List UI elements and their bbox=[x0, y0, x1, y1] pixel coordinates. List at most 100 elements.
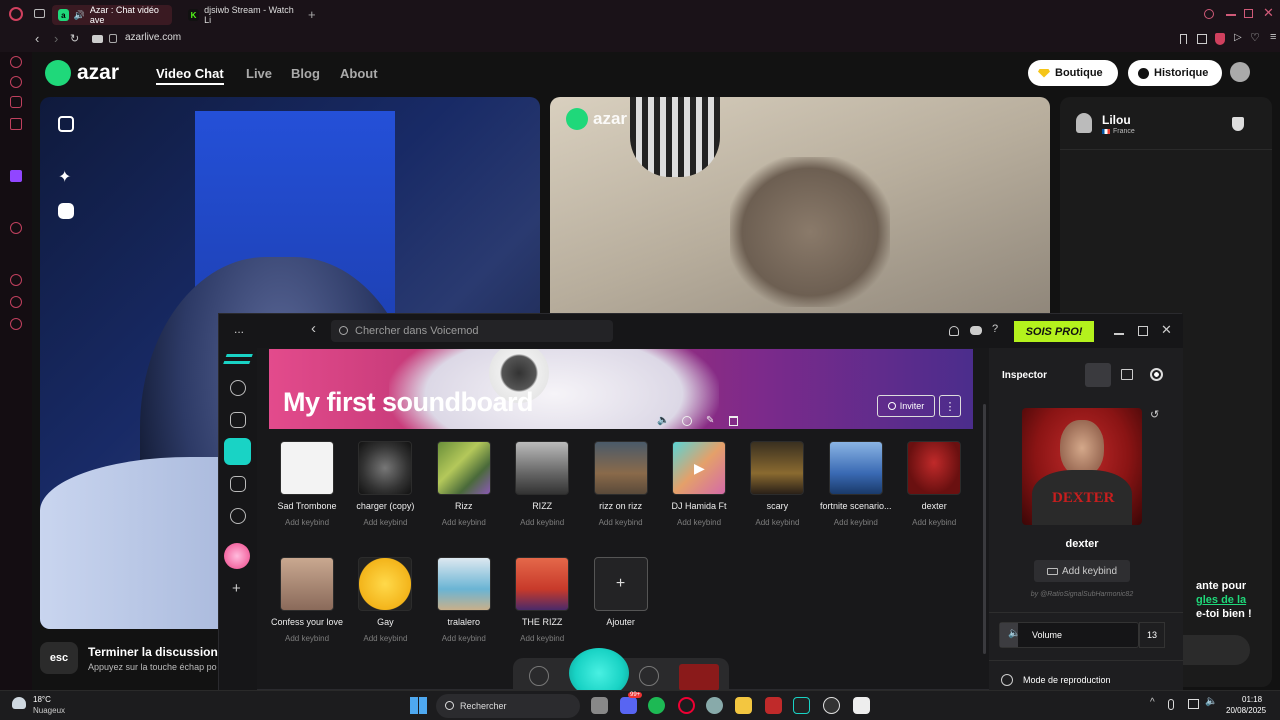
sidebar-instagram-icon[interactable] bbox=[10, 96, 22, 108]
inspector-keybind-button[interactable]: Add keybind bbox=[1034, 560, 1130, 582]
opera-taskbar-icon[interactable] bbox=[678, 697, 695, 714]
sound-add-keybind[interactable]: Add keybind bbox=[340, 634, 430, 643]
heart-icon[interactable]: ♡ bbox=[1250, 31, 1260, 44]
report-shield-icon[interactable] bbox=[1232, 117, 1244, 131]
sound-add-keybind[interactable]: Add keybind bbox=[654, 518, 744, 527]
taskbar-search[interactable]: Rechercher bbox=[436, 694, 580, 718]
sound-add-keybind[interactable]: Add keybind bbox=[262, 634, 352, 643]
nav-video-chat[interactable]: Video Chat bbox=[156, 66, 224, 85]
inspector-book-icon[interactable] bbox=[1121, 369, 1133, 380]
banner-globe-icon[interactable] bbox=[682, 416, 692, 426]
sound-tile[interactable] bbox=[515, 557, 570, 611]
nav-voicelab-icon[interactable] bbox=[230, 476, 246, 492]
sound-tile[interactable] bbox=[750, 441, 805, 495]
spotify-icon[interactable] bbox=[648, 697, 665, 714]
sidebar-speed-dial-icon[interactable] bbox=[10, 56, 22, 68]
snapshot-icon[interactable] bbox=[1197, 34, 1207, 44]
fullscreen-icon[interactable] bbox=[58, 116, 74, 132]
shield-icon[interactable] bbox=[1215, 33, 1225, 45]
vm-search-input[interactable]: Chercher dans Voicemod bbox=[331, 320, 613, 342]
sound-tile[interactable] bbox=[907, 441, 962, 495]
obs-icon[interactable] bbox=[823, 697, 840, 714]
sound-tile[interactable] bbox=[358, 441, 413, 495]
clock-date[interactable]: 20/08/2025 bbox=[1226, 706, 1266, 715]
volume-slider[interactable]: 🔈 Volume bbox=[999, 622, 1139, 648]
capcut-icon[interactable] bbox=[853, 697, 870, 714]
sound-add-keybind[interactable]: Add keybind bbox=[811, 518, 901, 527]
sidebar-gmail-icon[interactable] bbox=[10, 118, 22, 130]
voicemod-taskbar-icon[interactable] bbox=[793, 697, 810, 714]
vm-back-button[interactable]: ‹ bbox=[311, 320, 316, 337]
sidebar-settings-icon[interactable] bbox=[10, 318, 22, 330]
profile-avatar-icon[interactable] bbox=[1230, 62, 1250, 82]
reload-icon[interactable]: ↻ bbox=[70, 32, 79, 45]
sound-tile[interactable] bbox=[358, 557, 413, 611]
tab-kick[interactable]: K djsiwb Stream - Watch Li bbox=[182, 5, 302, 25]
sound-add-keybind[interactable]: Add keybind bbox=[262, 518, 352, 527]
fingerprint-icon[interactable] bbox=[639, 666, 659, 686]
volume-tray-icon[interactable]: 🔈 bbox=[1205, 696, 1217, 707]
historique-button[interactable]: Historique bbox=[1128, 60, 1222, 86]
microphone-tray-icon[interactable] bbox=[1168, 699, 1174, 710]
sound-tile[interactable]: ▶ bbox=[672, 441, 726, 495]
pro-button[interactable]: SOIS PRO! bbox=[1014, 321, 1094, 342]
vm-menu-button[interactable]: ... bbox=[234, 322, 244, 336]
sound-add-keybind[interactable]: Add keybind bbox=[419, 518, 509, 527]
opera-icon[interactable] bbox=[9, 7, 23, 21]
help-button[interactable]: ? bbox=[992, 323, 998, 335]
sound-tile[interactable] bbox=[280, 441, 334, 495]
voicemod-logo-icon[interactable] bbox=[223, 354, 253, 364]
sound-add-keybind[interactable]: Add keybind bbox=[340, 518, 430, 527]
bell-icon[interactable] bbox=[949, 326, 959, 336]
sound-add-keybind[interactable]: Add keybind bbox=[419, 634, 509, 643]
invite-button[interactable]: Inviter bbox=[877, 395, 935, 417]
vm-scrollbar[interactable] bbox=[983, 404, 986, 654]
playback-mode-label[interactable]: Mode de reproduction bbox=[1023, 675, 1111, 685]
rules-link[interactable]: gles de la bbox=[1196, 594, 1246, 606]
camera-icon[interactable] bbox=[92, 35, 103, 43]
nav-add-button[interactable]: + bbox=[232, 580, 241, 597]
nav-blog[interactable]: Blog bbox=[291, 66, 320, 81]
inspector-sliders-button[interactable] bbox=[1085, 363, 1111, 387]
banner-volume-icon[interactable]: 🔈 bbox=[657, 415, 669, 426]
nav-effects-icon[interactable] bbox=[230, 412, 246, 428]
sidebar-pin-icon[interactable] bbox=[10, 296, 22, 308]
face-filter-icon[interactable] bbox=[58, 203, 74, 219]
settings-taskbar-icon[interactable] bbox=[706, 697, 723, 714]
banner-more-button[interactable]: ⋮ bbox=[939, 395, 961, 417]
forward-icon[interactable]: › bbox=[54, 31, 58, 46]
vm-maximize-icon[interactable] bbox=[1138, 326, 1148, 336]
new-tab-button[interactable]: + bbox=[308, 7, 316, 22]
sidebar-twitch-icon[interactable] bbox=[10, 170, 22, 182]
play-icon[interactable]: ▷ bbox=[1234, 32, 1242, 43]
game-taskbar-icon[interactable] bbox=[765, 697, 782, 714]
user-avatar-icon[interactable] bbox=[224, 543, 250, 569]
inspector-record-icon[interactable] bbox=[1150, 368, 1163, 381]
sound-add-keybind[interactable]: Add keybind bbox=[497, 634, 587, 643]
sidebar-player-icon[interactable] bbox=[10, 222, 22, 234]
bookmark-icon[interactable] bbox=[1180, 34, 1187, 44]
tray-chevron-icon[interactable]: ^ bbox=[1150, 697, 1155, 708]
now-playing-thumb[interactable] bbox=[679, 664, 719, 691]
search-icon[interactable] bbox=[1204, 9, 1214, 19]
nav-about[interactable]: About bbox=[340, 66, 378, 81]
start-icon[interactable] bbox=[410, 697, 427, 714]
sound-add-keybind[interactable]: Add keybind bbox=[889, 518, 979, 527]
esc-key-badge[interactable]: esc bbox=[40, 642, 78, 674]
effects-sparkle-icon[interactable]: ✦ bbox=[58, 167, 71, 187]
tab-switcher-icon[interactable] bbox=[34, 9, 45, 18]
discord-taskbar-icon[interactable] bbox=[620, 697, 637, 714]
sound-add-keybind[interactable]: Add keybind bbox=[497, 518, 587, 527]
reset-icon[interactable]: ↺ bbox=[1150, 408, 1159, 421]
network-tray-icon[interactable] bbox=[1188, 699, 1199, 709]
nav-microphone-icon[interactable] bbox=[230, 380, 246, 396]
nav-live[interactable]: Live bbox=[246, 66, 272, 81]
task-view-icon[interactable] bbox=[591, 697, 608, 714]
add-sound-button[interactable]: + bbox=[593, 557, 648, 611]
nav-settings-icon[interactable] bbox=[230, 508, 246, 524]
maximize-icon[interactable] bbox=[1244, 9, 1253, 18]
sound-add-keybind[interactable]: Add keybind bbox=[732, 518, 822, 527]
minimize-icon[interactable] bbox=[1226, 14, 1236, 16]
sound-tile[interactable] bbox=[515, 441, 570, 495]
vm-minimize-icon[interactable] bbox=[1114, 333, 1124, 335]
